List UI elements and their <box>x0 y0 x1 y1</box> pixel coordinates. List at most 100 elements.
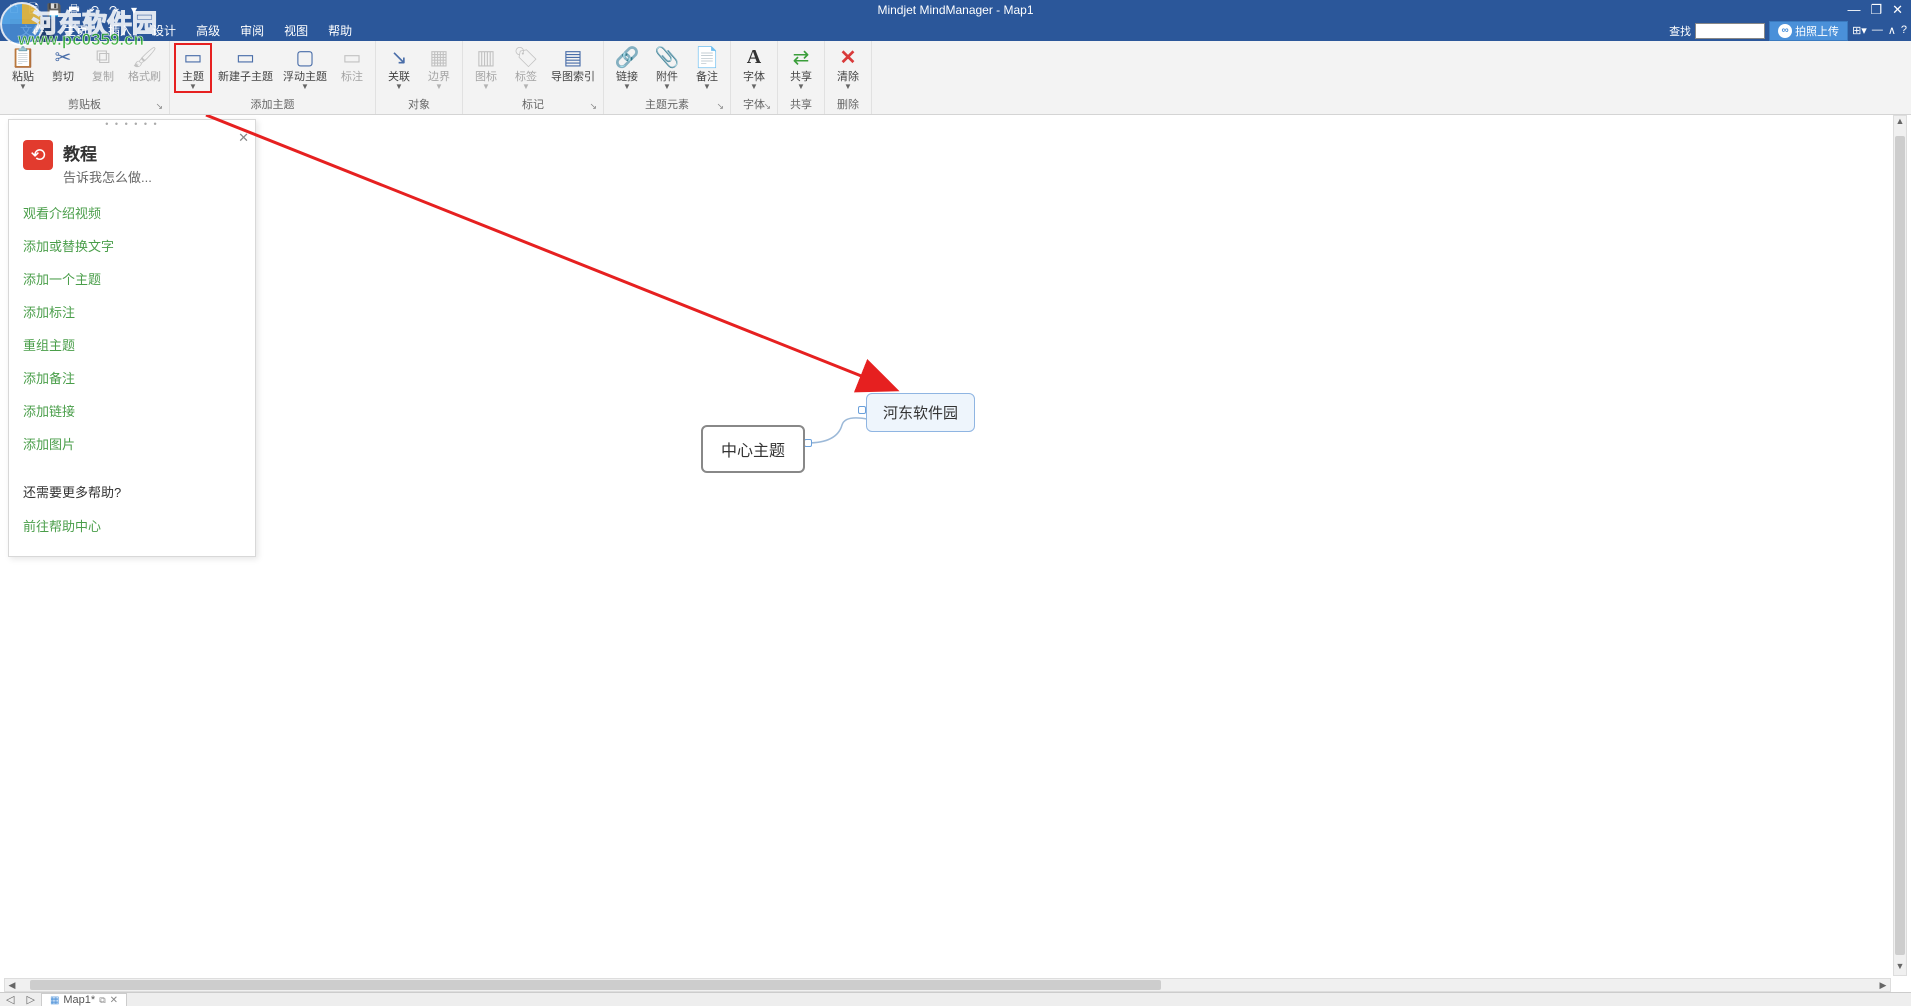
tab-close-button[interactable]: ✕ <box>110 995 118 1006</box>
chevron-down-icon: ▼ <box>663 83 671 91</box>
menubar-right: 查找 ∞ 拍照上传 ⊞▾ — ∧ ? <box>1669 21 1907 41</box>
callout-button: ▭标注 <box>333 43 371 85</box>
group-label: 字体↘ <box>735 96 773 114</box>
cut-label: 剪切 <box>52 71 74 83</box>
chevron-down-icon: ▼ <box>703 83 711 91</box>
document-tab[interactable]: ▦ Map1* ⧉ ✕ <box>41 993 127 1006</box>
scroll-left-icon[interactable]: ◀ <box>5 979 19 991</box>
scrollbar-thumb[interactable] <box>1895 136 1905 955</box>
scroll-right-icon[interactable]: ▶ <box>1876 979 1890 991</box>
subtopic-button[interactable]: ▭ 新建子主题 <box>214 43 277 85</box>
format-painter-icon: 🖌 <box>133 45 157 69</box>
copy-button: ⧉复制 <box>84 43 122 85</box>
tutorial-link[interactable]: 添加标注 <box>23 295 241 328</box>
menu-bar: 文件主页插入设计高级审阅视图帮助 查找 ∞ 拍照上传 ⊞▾ — ∧ ? <box>0 20 1911 41</box>
tutorial-link[interactable]: 添加图片 <box>23 427 241 460</box>
qat-button-0[interactable]: 🗅 <box>6 2 22 18</box>
scroll-down-icon[interactable]: ▼ <box>1894 961 1906 975</box>
tutorial-link[interactable]: 添加一个主题 <box>23 262 241 295</box>
chevron-down-icon: ▼ <box>623 83 631 91</box>
dialog-launcher-icon[interactable]: ↘ <box>716 101 724 112</box>
ribbon-group-clipboard: 📋粘贴▼✂剪切⧉复制🖌格式刷剪贴板↘ <box>0 41 170 114</box>
chevron-down-icon: ▼ <box>301 83 309 91</box>
share-button[interactable]: ⇄共享▼ <box>782 43 820 93</box>
dialog-launcher-icon[interactable]: ↘ <box>589 101 597 112</box>
maximize-button[interactable]: ❐ <box>1870 2 1882 18</box>
map-index-button[interactable]: ▤导图索引 <box>547 43 599 85</box>
floating-button[interactable]: ▢浮动主题▼ <box>279 43 331 93</box>
tutorial-link[interactable]: 添加或替换文字 <box>23 229 241 262</box>
qat-button-5[interactable]: ↷ <box>106 2 122 18</box>
cut-button[interactable]: ✂剪切 <box>44 43 82 85</box>
menubar-extra-icon[interactable]: — <box>1872 24 1883 37</box>
tutorial-link[interactable]: 添加备注 <box>23 361 241 394</box>
font-button[interactable]: A字体▼ <box>735 43 773 93</box>
horizontal-scrollbar[interactable]: ◀ ▶ <box>4 978 1891 992</box>
dialog-launcher-icon[interactable]: ↘ <box>763 101 771 112</box>
panel-drag-handle[interactable]: • • • • • • <box>9 120 255 130</box>
topic-button[interactable]: ▭主题▼ <box>174 43 212 93</box>
minimize-button[interactable]: — <box>1847 2 1860 18</box>
tab-nav-prev[interactable]: ◁ <box>0 993 20 1006</box>
menu-tab-文件[interactable]: 文件 <box>10 19 54 42</box>
chevron-down-icon: ▼ <box>797 83 805 91</box>
upload-button[interactable]: ∞ 拍照上传 <box>1769 21 1848 41</box>
close-button[interactable]: ✕ <box>1892 2 1903 18</box>
map-index-label: 导图索引 <box>551 71 595 83</box>
search-input[interactable] <box>1695 23 1765 39</box>
qat-button-6[interactable]: ▾ <box>126 2 142 18</box>
subtopic-label: 新建子主题 <box>218 71 273 83</box>
share-icon: ⇄ <box>789 45 813 69</box>
tab-nav-next[interactable]: ▷ <box>20 993 40 1006</box>
tutorial-icon: ⟲ <box>23 140 53 170</box>
attachment-button[interactable]: 📎附件▼ <box>648 43 686 93</box>
qat-button-4[interactable]: ↶ <box>86 2 102 18</box>
menu-tab-审阅[interactable]: 审阅 <box>230 19 274 42</box>
menu-tab-设计[interactable]: 设计 <box>142 19 186 42</box>
app-title: Mindjet MindManager - Map1 <box>877 3 1033 17</box>
expand-handle[interactable] <box>804 439 812 447</box>
scroll-up-icon[interactable]: ▲ <box>1894 116 1906 130</box>
group-label: 对象 <box>380 96 458 114</box>
format-painter-label: 格式刷 <box>128 71 161 83</box>
quick-access-toolbar: 🗅🗎💾🖶↶↷▾ <box>0 2 142 18</box>
help-center-link[interactable]: 前往帮助中心 <box>23 509 241 542</box>
menu-tab-主页[interactable]: 主页 <box>54 19 98 42</box>
copy-icon: ⧉ <box>91 45 115 69</box>
relationship-button[interactable]: ↘关联▼ <box>380 43 418 93</box>
help-icon[interactable]: ∧ <box>1888 24 1896 37</box>
scrollbar-thumb[interactable] <box>30 980 1161 990</box>
notes-button[interactable]: 📄备注▼ <box>688 43 726 93</box>
ribbon-group-font: A字体▼ 字体↘ <box>731 41 778 114</box>
menu-tab-插入[interactable]: 插入 <box>98 19 142 42</box>
qat-button-3[interactable]: 🖶 <box>66 2 82 18</box>
mindmap-canvas[interactable]: • • • • • • ✕ ⟲ 教程 告诉我怎么做... 观看介绍视频添加或替换… <box>4 115 1907 976</box>
subtopic-icon: ▭ <box>234 45 258 69</box>
help-icon[interactable]: ? <box>1901 24 1907 37</box>
tutorial-link[interactable]: 添加链接 <box>23 394 241 427</box>
clear-button[interactable]: ✕清除▼ <box>829 43 867 93</box>
tutorial-link[interactable]: 重组主题 <box>23 328 241 361</box>
menu-tab-视图[interactable]: 视图 <box>274 19 318 42</box>
dialog-launcher-icon[interactable]: ↘ <box>155 101 163 112</box>
attachment-icon: 📎 <box>655 45 679 69</box>
menu-tab-高级[interactable]: 高级 <box>186 19 230 42</box>
search-label: 查找 <box>1669 23 1691 39</box>
central-topic-node[interactable]: 中心主题 <box>701 425 805 473</box>
tutorial-link[interactable]: 观看介绍视频 <box>23 196 241 229</box>
icons-button: ▥图标▼ <box>467 43 505 93</box>
subtopic-node[interactable]: 河东软件园 <box>866 393 975 432</box>
callout-label: 标注 <box>341 71 363 83</box>
qat-button-1[interactable]: 🗎 <box>26 2 42 18</box>
expand-handle[interactable] <box>858 406 866 414</box>
chevron-down-icon: ▼ <box>189 83 197 91</box>
paste-button[interactable]: 📋粘贴▼ <box>4 43 42 93</box>
canvas-area: • • • • • • ✕ ⟲ 教程 告诉我怎么做... 观看介绍视频添加或替换… <box>4 115 1907 976</box>
vertical-scrollbar[interactable]: ▲ ▼ <box>1893 115 1907 976</box>
menu-tab-帮助[interactable]: 帮助 <box>318 19 362 42</box>
menubar-extra-icon[interactable]: ⊞▾ <box>1852 24 1867 37</box>
panel-close-button[interactable]: ✕ <box>238 130 249 146</box>
qat-button-2[interactable]: 💾 <box>46 2 62 18</box>
tab-pin-icon[interactable]: ⧉ <box>99 995 105 1006</box>
hyperlink-button[interactable]: 🔗链接▼ <box>608 43 646 93</box>
